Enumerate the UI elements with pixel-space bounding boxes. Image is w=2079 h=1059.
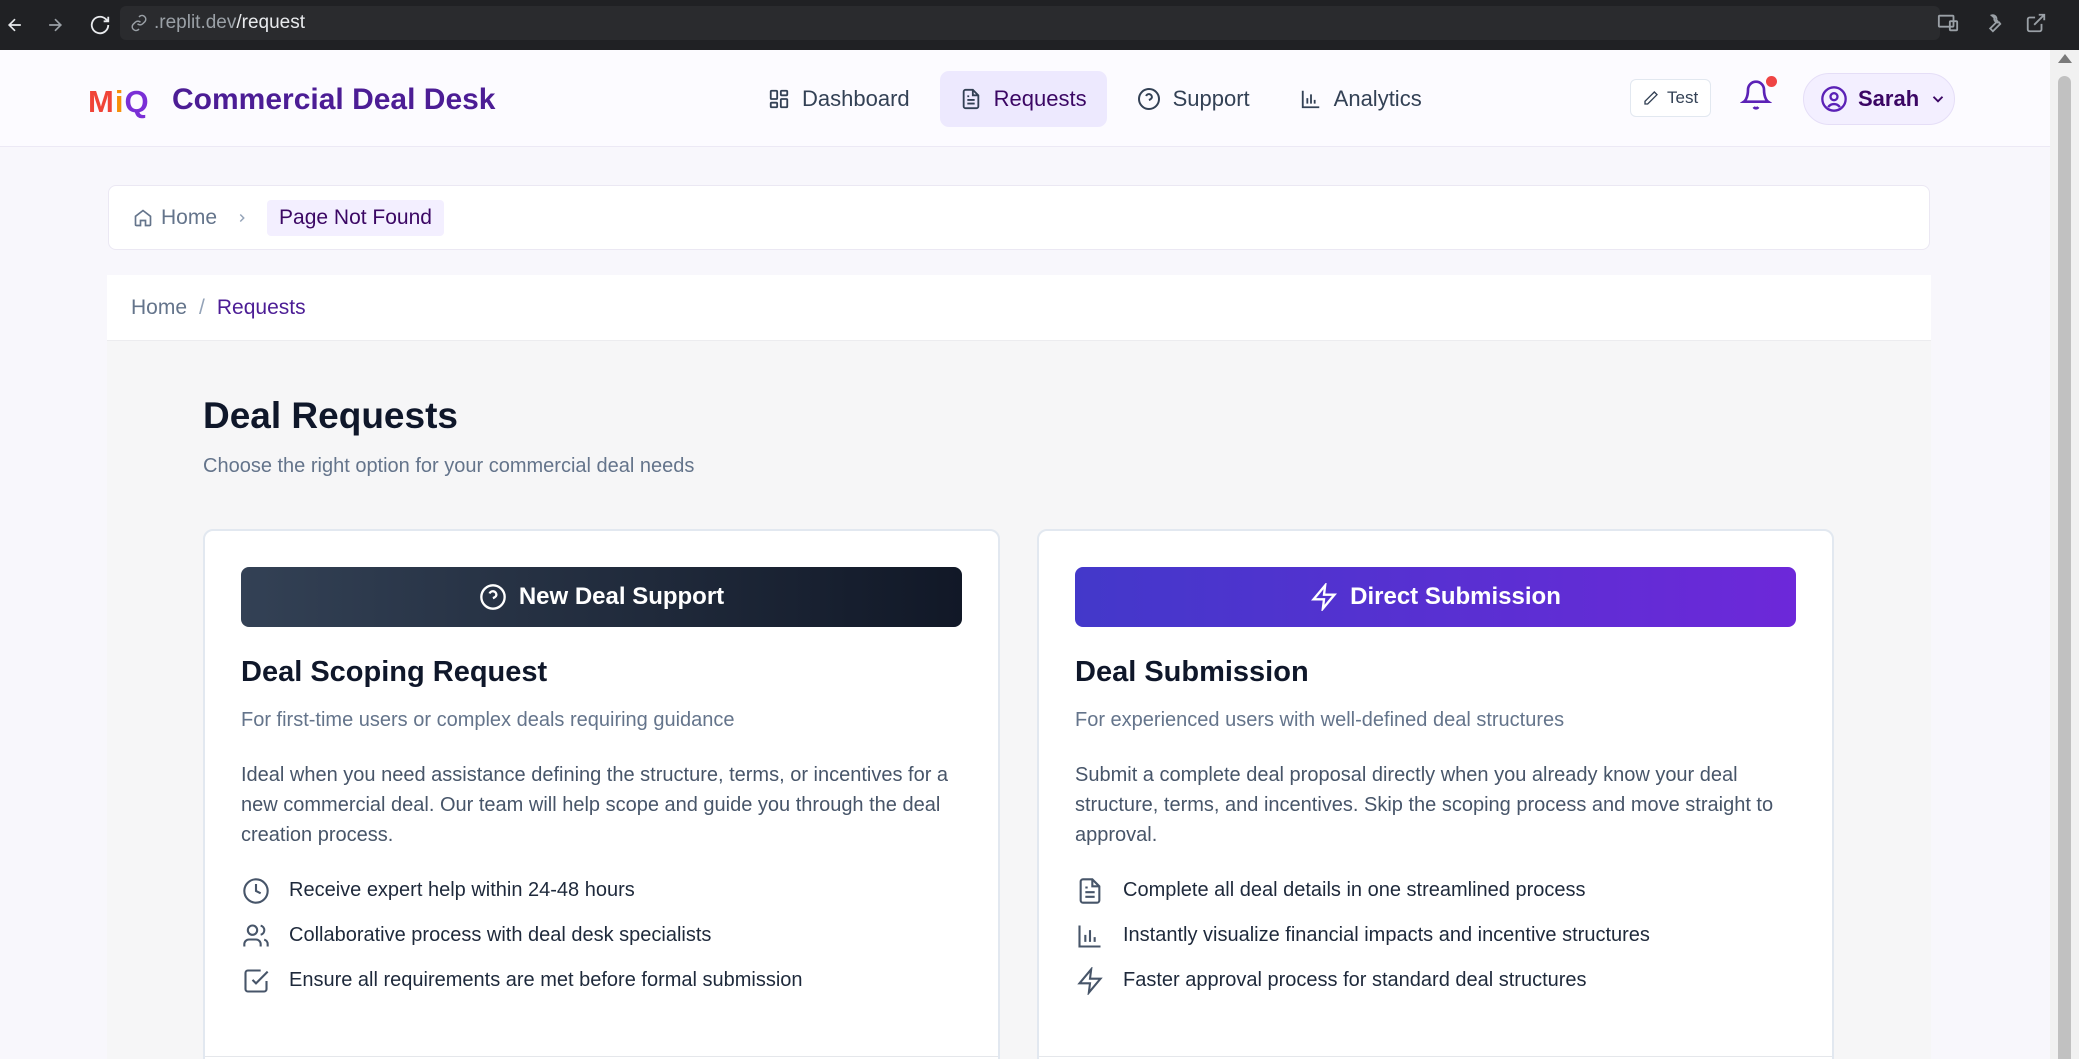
card-description: Submit a complete deal proposal directly… [1075,764,1774,846]
list-item: Faster approval process for standard dea… [1075,958,1805,1003]
chevron-down-icon [1929,90,1947,108]
main-nav: Dashboard Requests Support Analytics [748,71,1442,127]
breadcrumb-home-label: Home [161,205,218,229]
logo[interactable]: MiQ [88,84,150,120]
lightning-icon [1075,966,1105,996]
logo-mark: MiQ [88,84,150,119]
check-square-icon [241,966,271,996]
card-divider [1039,1056,1832,1057]
pencil-icon [1643,90,1659,106]
card-divider [205,1056,998,1057]
direct-submission-label: Direct Submission [1350,583,1561,610]
nav-support-label: Support [1172,86,1250,111]
browser-tools [1933,8,2051,38]
new-deal-support-label: New Deal Support [518,583,725,610]
feature-text: Faster approval process for standard dea… [1123,969,1587,991]
link-icon [130,14,148,32]
dashboard-icon [768,88,790,110]
reload-icon [89,14,111,36]
list-item: Ensure all requirements are met before f… [241,958,971,1003]
card-subtitle: For experienced users with well-defined … [1075,709,1565,731]
card-title: Deal Submission [1075,656,1309,688]
help-circle-icon [479,583,507,611]
bar-chart-icon [1300,88,1322,110]
users-icon [241,921,271,951]
card-title: Deal Scoping Request [241,656,548,688]
app-title[interactable]: Commercial Deal Desk [172,83,496,117]
nav-dashboard-label: Dashboard [802,86,910,111]
deal-submission-card: Direct Submission Deal Submission For ex… [1037,529,1834,1059]
card-subtitle: For first-time users or complex deals re… [241,709,735,731]
list-item: Receive expert help within 24-48 hours [241,868,971,913]
address-bar[interactable]: .replit.dev/request [120,6,1940,40]
panel-breadcrumb-separator: / [199,295,205,319]
feature-text: Ensure all requirements are met before f… [289,969,803,991]
forward-button[interactable] [30,3,80,47]
url-text: .replit.dev/request [154,12,305,34]
list-item: Complete all deal details in one streaml… [1075,868,1805,913]
feature-text: Receive expert help within 24-48 hours [289,879,635,901]
card-description: Ideal when you need assistance defining … [241,764,949,846]
url-domain: .replit.dev [154,12,237,33]
file-text-icon [1075,876,1105,906]
scrollbar-thumb[interactable] [2058,76,2071,1059]
nav-analytics-label: Analytics [1333,86,1422,111]
devices-button[interactable] [1933,8,1963,38]
list-item: Collaborative process with deal desk spe… [241,913,971,958]
chevron-right-icon [235,211,249,225]
arrow-right-icon [45,15,65,35]
user-circle-icon [1820,85,1848,113]
direct-submission-button[interactable]: Direct Submission [1075,567,1796,627]
file-text-icon [960,88,982,110]
wrench-icon [1981,12,2003,34]
page-title: Deal Requests [203,395,458,436]
deal-scoping-card: New Deal Support Deal Scoping Request Fo… [203,529,1000,1059]
breadcrumb-current: Page Not Found [267,199,444,236]
browser-chrome: .replit.dev/request [0,0,2079,50]
breadcrumb: Home Page Not Found [108,185,1930,250]
test-button-label: Test [1667,88,1699,107]
back-button[interactable] [0,3,30,47]
panel-breadcrumb: Home / Requests [107,275,1931,341]
bar-chart-icon [1075,921,1105,951]
feature-text: Collaborative process with deal desk spe… [289,924,712,946]
feature-text: Instantly visualize financial impacts an… [1123,924,1650,946]
breadcrumb-home[interactable]: Home [133,206,217,230]
nav-analytics[interactable]: Analytics [1280,71,1442,127]
user-menu-button[interactable]: Sarah [1803,73,1955,125]
app-header: MiQ Commercial Deal Desk Dashboard Reque… [0,50,2050,147]
feature-list: Receive expert help within 24-48 hours C… [241,868,971,1003]
nav-support[interactable]: Support [1117,71,1270,127]
panel-breadcrumb-current: Requests [216,295,306,319]
feature-list: Complete all deal details in one streaml… [1075,868,1805,1003]
page-scrollbar[interactable] [2050,50,2079,1059]
test-button[interactable]: Test [1630,79,1712,117]
lightning-icon [1310,583,1338,611]
home-icon [133,208,153,228]
feature-text: Complete all deal details in one streaml… [1123,879,1586,901]
notification-badge [1766,76,1777,87]
page-subtitle: Choose the right option for your commerc… [203,455,695,477]
nav-dashboard[interactable]: Dashboard [748,71,930,127]
scroll-up-icon[interactable] [2058,54,2072,63]
user-name: Sarah [1858,86,1920,111]
clock-icon [241,876,271,906]
nav-requests[interactable]: Requests [939,71,1107,127]
nav-requests-label: Requests [993,86,1087,111]
list-item: Instantly visualize financial impacts an… [1075,913,1805,958]
new-deal-support-button[interactable]: New Deal Support [241,567,962,627]
url-path: /request [236,12,306,33]
arrow-left-icon [5,15,25,35]
reload-button[interactable] [80,3,120,47]
help-circle-icon [1137,87,1161,111]
wrench-button[interactable] [1977,8,2007,38]
main-panel: Home / Requests Deal Requests Choose the… [107,275,1931,1059]
external-link-icon [2025,12,2047,34]
panel-breadcrumb-home[interactable]: Home [131,296,187,320]
devices-icon [1937,12,1959,34]
open-external-button[interactable] [2021,8,2051,38]
